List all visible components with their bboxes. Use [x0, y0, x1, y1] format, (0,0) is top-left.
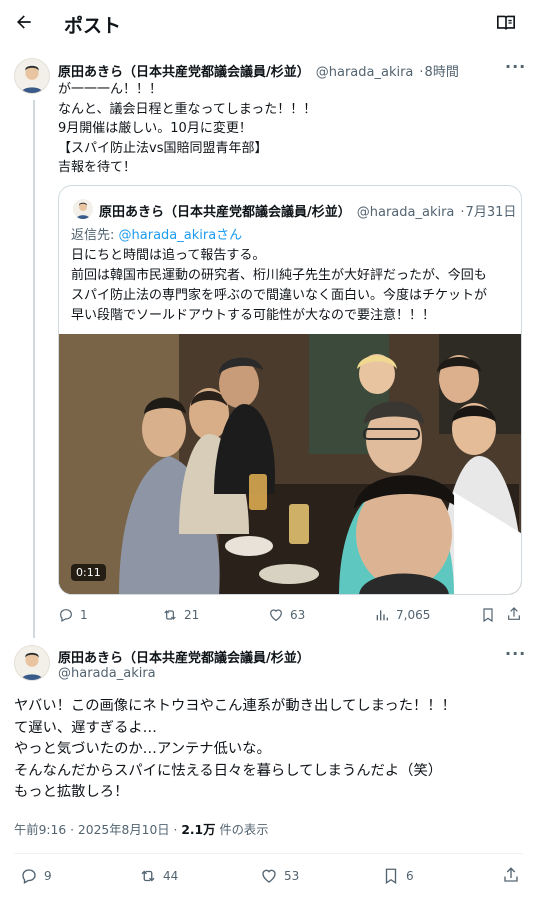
quote-date: 7月31日 [465, 205, 517, 220]
more-options-icon[interactable]: ··· [505, 59, 525, 80]
like-button[interactable]: 53 [260, 867, 299, 885]
quote-author-handle: @harada_akira [356, 205, 455, 220]
reply-button[interactable]: 1 [58, 607, 88, 623]
like-count: 53 [284, 869, 300, 883]
like-button[interactable]: 63 [268, 607, 305, 623]
quote-avatar [73, 199, 93, 219]
repost-button[interactable]: 21 [162, 607, 199, 623]
heart-icon [270, 609, 282, 622]
quote-header: 原田あきら（日本共産党都議会議員/杉並） @harada_akira · 7月3… [99, 201, 516, 220]
author-handle[interactable]: @harada_akira [316, 65, 414, 80]
analytics-icon [376, 610, 388, 621]
views-count: 2.1万 [181, 823, 216, 837]
video-duration: 0:11 [71, 564, 106, 581]
repost-count: 21 [184, 608, 200, 622]
bookmark-icon[interactable] [480, 607, 496, 623]
play-icon[interactable] [276, 446, 522, 595]
reply-button[interactable]: 9 [20, 867, 52, 885]
bookmark-button[interactable]: 6 [382, 867, 414, 885]
tweet-timestamp: 午前9:16 · 2025年8月10日 · 2.1万 件の表示 [14, 820, 269, 838]
divider [14, 853, 523, 854]
author-handle[interactable]: @harada_akira [58, 666, 156, 681]
author-name[interactable]: 原田あきら（日本共産党都議会議員/杉並） [58, 647, 310, 666]
video-thumbnail[interactable]: 0:11 [59, 334, 522, 595]
repost-count: 44 [163, 869, 179, 883]
share-icon[interactable] [506, 606, 522, 622]
reply-to-link[interactable]: @harada_akiraさん [119, 228, 243, 243]
tweet-time[interactable]: 8時間 [425, 61, 459, 80]
author-name[interactable]: 原田あきら（日本共産党都議会議員/杉並） [58, 61, 310, 80]
reply-count: 1 [80, 608, 88, 622]
reply-count: 9 [44, 869, 52, 883]
tweet-text: が一一一ん！！！ なんと、議会日程と重なってしまった！！！ 9月開催は厳しい。1… [58, 82, 317, 175]
views-button[interactable]: 7,065 [374, 607, 430, 623]
back-arrow-icon[interactable] [14, 12, 34, 32]
bookmark-count: 6 [406, 869, 414, 883]
reader-mode-icon[interactable] [496, 14, 516, 32]
reply-to-prefix: 返信先: [71, 228, 119, 243]
top-bar: ポスト [0, 0, 537, 48]
bookmark-icon [385, 868, 397, 885]
reply-icon [22, 869, 36, 884]
tweet-text: ヤバい！この画像にネトウヨやこん連系が動き出してしまった！！！ て遅い、遅すぎる… [14, 698, 456, 800]
repost-button[interactable]: 44 [139, 867, 178, 885]
tweet-header: 原田あきら（日本共産党都議会議員/杉並） @harada_akira · 8時間 [58, 61, 459, 80]
heart-icon [262, 869, 276, 883]
more-options-icon[interactable]: ··· [505, 646, 525, 667]
timestamp-text[interactable]: 午前9:16 · 2025年8月10日 · [14, 823, 181, 837]
reply-icon [60, 609, 72, 623]
quoted-tweet[interactable]: 原田あきら（日本共産党都議会議員/杉並） @harada_akira · 7月3… [58, 185, 522, 595]
avatar[interactable] [14, 58, 50, 94]
thread-line [33, 100, 35, 638]
quote-text: 日にちと時間は追って報告する。 前回は韓国市民運動の研究者、桁川純子先生が大好評… [71, 248, 488, 323]
separator-dot: · [419, 65, 424, 80]
view-count: 7,065 [396, 608, 431, 622]
avatar[interactable] [14, 645, 50, 681]
quote-author-name: 原田あきら（日本共産党都議会議員/杉並） [99, 205, 351, 220]
page-title: ポスト [64, 15, 122, 37]
separator-dot: · [460, 205, 465, 220]
reply-to: 返信先: @harada_akiraさん [71, 224, 242, 243]
views-label: 件の表示 [215, 823, 269, 837]
repost-icon [164, 610, 176, 620]
repost-icon [141, 870, 155, 882]
like-count: 63 [290, 608, 306, 622]
share-icon[interactable] [502, 866, 520, 884]
